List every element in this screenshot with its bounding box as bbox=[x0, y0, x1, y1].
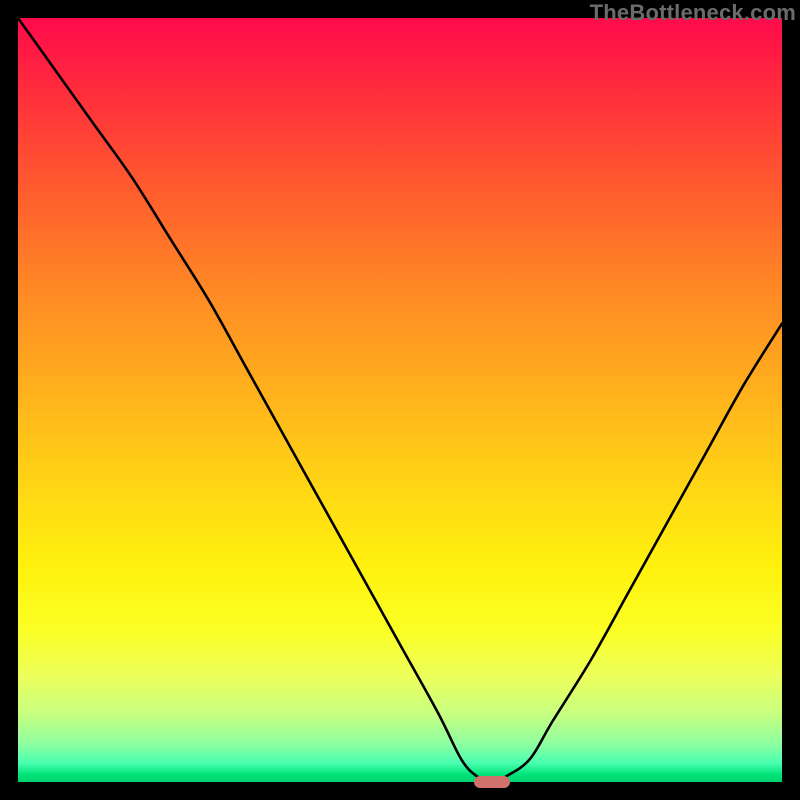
bottleneck-curve bbox=[18, 18, 782, 782]
optimal-marker bbox=[474, 776, 510, 788]
plot-area bbox=[18, 18, 782, 782]
watermark: TheBottleneck.com bbox=[590, 0, 796, 26]
curve-path bbox=[18, 18, 782, 782]
chart-container: TheBottleneck.com bbox=[0, 0, 800, 800]
